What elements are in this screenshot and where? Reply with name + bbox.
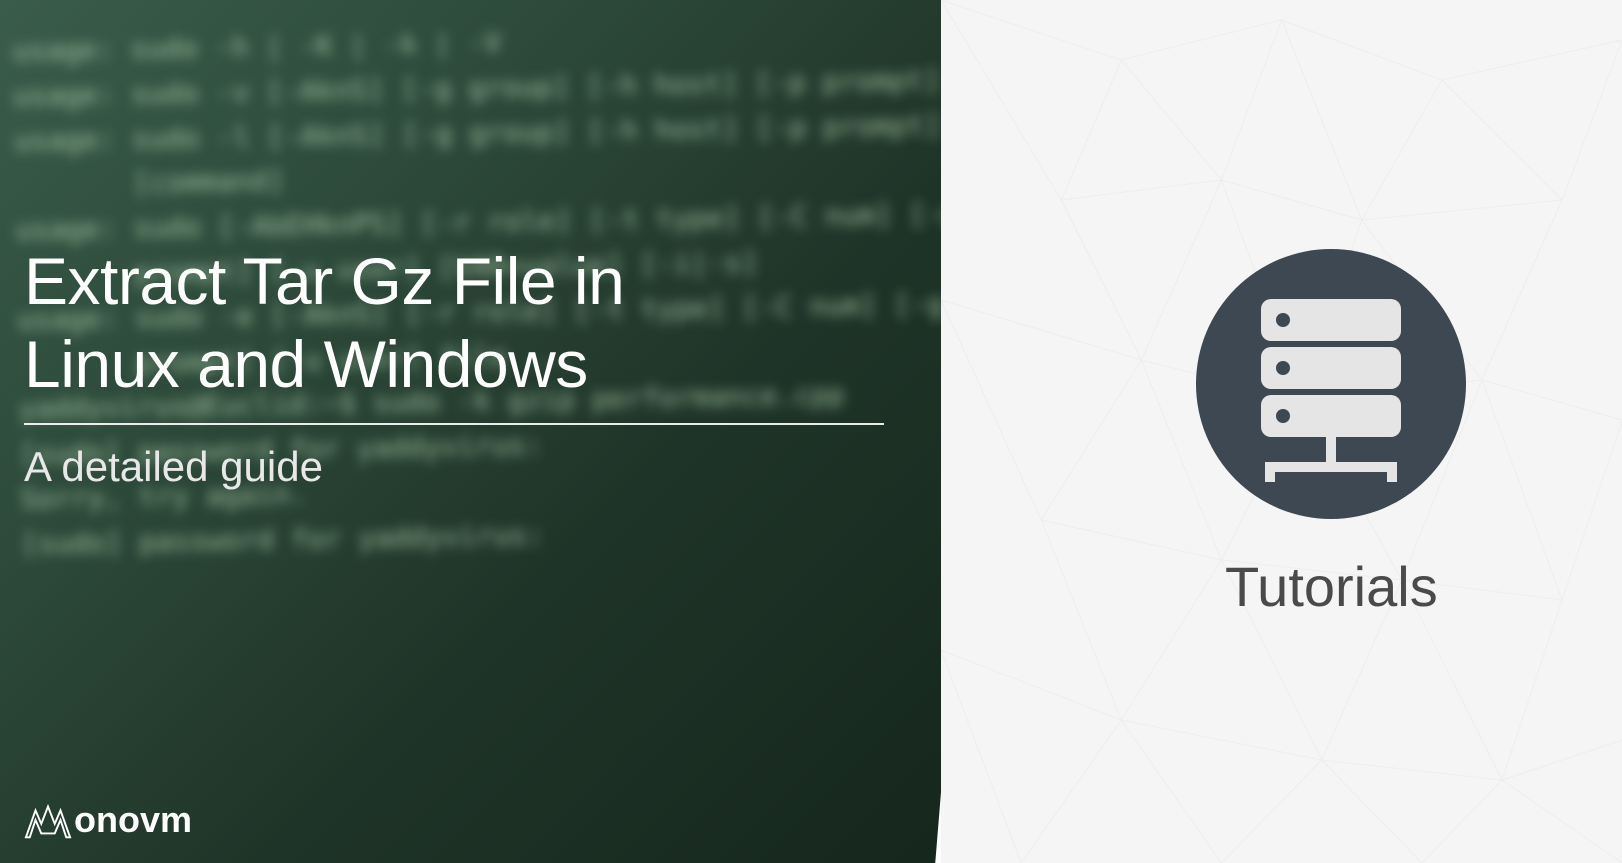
logo-m-icon [24, 800, 72, 840]
brand-logo: onovm [24, 799, 192, 841]
title-line-1: Extract Tar Gz File in [24, 244, 624, 318]
title-block: Extract Tar Gz File in Linux and Windows… [24, 240, 884, 491]
title-line-2: Linux and Windows [24, 327, 588, 401]
divider-line [24, 423, 884, 425]
right-panel: Tutorials [941, 0, 1622, 863]
tutorials-label: Tutorials [1225, 554, 1438, 619]
main-title: Extract Tar Gz File in Linux and Windows [24, 240, 884, 405]
left-panel: usage: sudo -h | -K | -k | -V usage: sud… [0, 0, 1006, 863]
brand-name: onovm [74, 799, 192, 841]
subtitle: A detailed guide [24, 443, 884, 491]
banner-image: usage: sudo -h | -K | -k | -V usage: sud… [0, 0, 1622, 863]
server-icon [1191, 244, 1471, 524]
